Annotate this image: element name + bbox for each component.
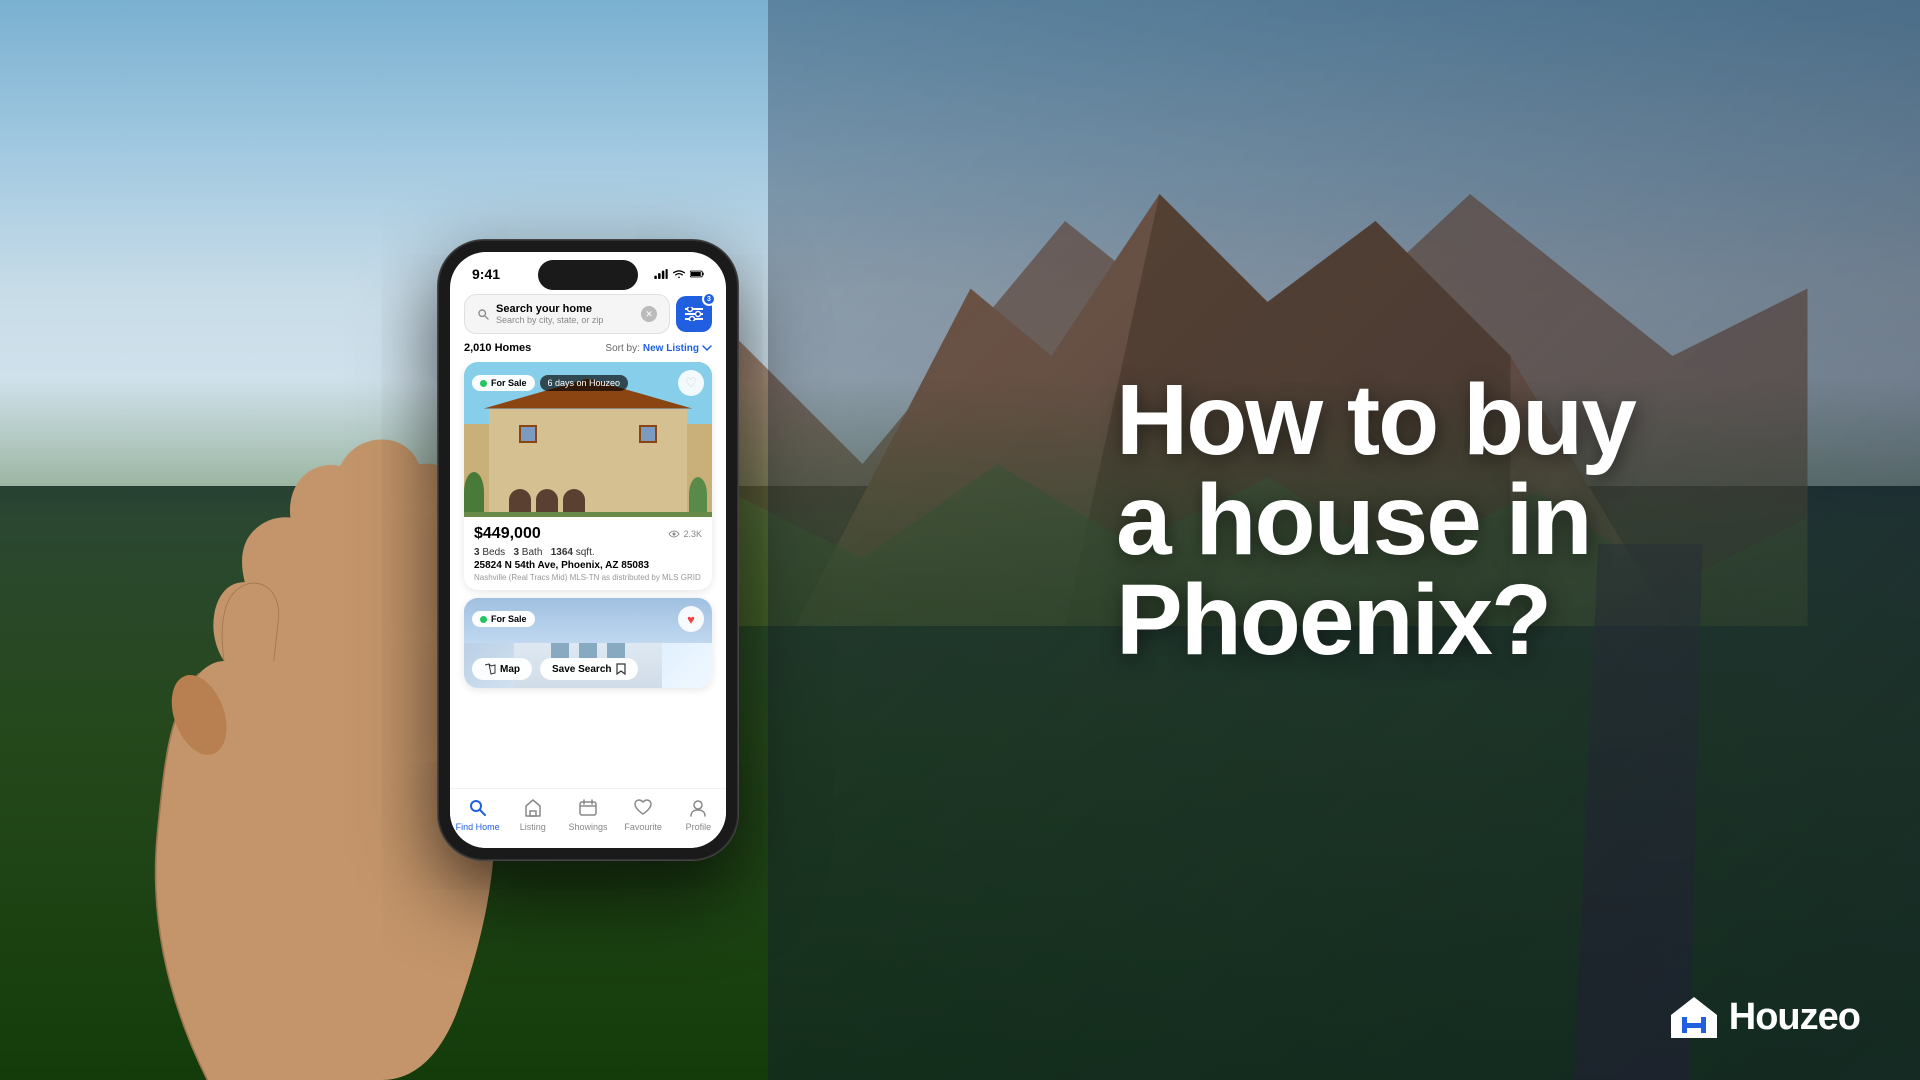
beds-count: 3	[474, 547, 480, 558]
badge-group-1: For Sale 6 days on Houzeo	[472, 375, 628, 391]
listing-beds-1: 3 Beds 3 Bath 1364 sqft.	[474, 547, 702, 558]
tree-right	[689, 477, 707, 512]
sort-chevron-icon	[702, 345, 712, 352]
listing-price-row-1: $449,000 2.3K	[474, 525, 702, 543]
map-icon	[484, 663, 496, 675]
filter-button[interactable]: 3	[676, 296, 712, 332]
for-sale-text-1: For Sale	[491, 378, 527, 388]
status-icons	[654, 269, 704, 279]
headline-line3: Phoenix?	[1116, 570, 1840, 670]
heart-btn-2[interactable]: ♥	[678, 606, 704, 632]
green-dot-1	[480, 380, 487, 387]
main-content: 9:41	[0, 0, 1920, 1080]
listings-area: For Sale 6 days on Houzeo ♡ $449,000	[450, 362, 726, 788]
homes-sort-bar: 2,010 Homes Sort by: New Listing	[450, 342, 726, 362]
map-save-overlay: Map Save Search	[472, 658, 704, 680]
map-button[interactable]: Map	[472, 658, 532, 680]
nav-favourite-label: Favourite	[624, 822, 662, 832]
search-input-container[interactable]: Search your home Search by city, state, …	[464, 294, 670, 334]
dynamic-island	[538, 260, 638, 290]
listing-address-1: 25824 N 54th Ave, Phoenix, AZ 85083	[474, 560, 702, 571]
profile-icon	[687, 797, 709, 819]
nav-find-home[interactable]: Find Home	[453, 797, 503, 832]
window-2	[639, 425, 657, 443]
headline-line2: a house in	[1116, 470, 1840, 570]
find-home-icon	[467, 797, 489, 819]
listing-image-1: For Sale 6 days on Houzeo ♡	[464, 362, 712, 517]
nav-find-home-label: Find Home	[456, 822, 500, 832]
nav-profile-label: Profile	[686, 822, 712, 832]
houzeo-house-icon	[1669, 995, 1719, 1040]
battery-icon	[690, 269, 704, 279]
bottom-nav: Find Home Listing	[450, 788, 726, 848]
sort-container[interactable]: Sort by: New Listing	[605, 343, 712, 354]
listing-card-2[interactable]: For Sale ♥ Map	[464, 598, 712, 688]
houzeo-logo: Houzeo	[1669, 995, 1860, 1040]
window-1	[519, 425, 537, 443]
baths-count: 3	[513, 547, 519, 558]
save-search-button[interactable]: Save Search	[540, 658, 638, 680]
filter-badge: 3	[702, 292, 716, 306]
sort-value: New Listing	[643, 343, 699, 354]
phone-mockup: 9:41	[438, 240, 738, 860]
search-text-block: Search your home Search by city, state, …	[496, 303, 635, 325]
eye-icon	[668, 530, 680, 538]
text-section: How to buy a house in Phoenix?	[1056, 310, 1920, 770]
search-clear-btn[interactable]: ✕	[641, 306, 657, 322]
nav-showings-label: Showings	[568, 822, 607, 832]
phone-section: 9:41	[0, 0, 1056, 1080]
nav-listing[interactable]: Listing	[508, 797, 558, 832]
nav-favourite[interactable]: Favourite	[618, 797, 668, 832]
signal-icon	[654, 269, 668, 279]
headline: How to buy a house in Phoenix?	[1116, 370, 1840, 670]
search-title: Search your home	[496, 303, 635, 315]
save-search-label: Save Search	[552, 664, 612, 675]
for-sale-text-2: For Sale	[491, 614, 527, 624]
listing-info-1: $449,000 2.3K 3 Beds	[464, 517, 712, 590]
bookmark-icon	[616, 663, 626, 675]
tree-left	[464, 472, 484, 512]
nav-listing-label: Listing	[520, 822, 546, 832]
sqft-count: 1364	[551, 547, 573, 558]
map-btn-label: Map	[500, 664, 520, 675]
search-icon	[477, 308, 490, 321]
filter-icon	[685, 307, 703, 321]
green-dot-2	[480, 616, 487, 623]
listing-badge-row-2: For Sale ♥	[472, 606, 704, 632]
phone-screen: 9:41	[450, 252, 726, 848]
sort-label: Sort by:	[605, 343, 639, 354]
nav-showings[interactable]: Showings	[563, 797, 613, 832]
views-count-1: 2.3K	[668, 529, 702, 539]
listing-badge-row-1: For Sale 6 days on Houzeo ♡	[472, 370, 704, 396]
search-bar: Search your home Search by city, state, …	[464, 294, 712, 334]
listing-price-1: $449,000	[474, 525, 541, 543]
search-subtitle: Search by city, state, or zip	[496, 315, 635, 325]
houzeo-text: Houzeo	[1729, 996, 1860, 1039]
for-sale-badge-2: For Sale	[472, 611, 535, 627]
favourite-icon	[632, 797, 654, 819]
wifi-icon	[672, 269, 686, 279]
heart-btn-1[interactable]: ♡	[678, 370, 704, 396]
homes-count: 2,010 Homes	[464, 342, 531, 354]
headline-line1: How to buy	[1116, 370, 1840, 470]
listing-card-1[interactable]: For Sale 6 days on Houzeo ♡ $449,000	[464, 362, 712, 590]
listing-image-2: For Sale ♥ Map	[464, 598, 712, 688]
views-text-1: 2.3K	[683, 529, 702, 539]
status-time: 9:41	[472, 266, 500, 282]
listing-icon	[522, 797, 544, 819]
days-badge-1: 6 days on Houzeo	[540, 375, 629, 391]
listing-source-1: Nashville (Real Tracs Mid) MLS-TN as dis…	[474, 573, 702, 582]
for-sale-badge-1: For Sale	[472, 375, 535, 391]
house-body	[489, 409, 687, 518]
nav-profile[interactable]: Profile	[673, 797, 723, 832]
ground	[464, 512, 712, 517]
showings-icon	[577, 797, 599, 819]
